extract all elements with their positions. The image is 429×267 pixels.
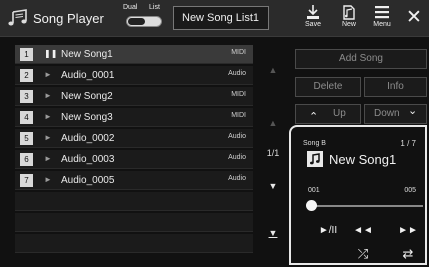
save-icon [307,5,319,19]
move-up-button[interactable]: ⌃ Up [295,104,361,124]
empty-row[interactable] [15,213,253,232]
song-number: 2 [20,69,33,82]
song-name: New Song2 [61,91,113,102]
page-indicator: 1/1 [266,148,280,158]
song-row[interactable]: 1 ❚❚ New Song1 MIDI [15,45,253,64]
play-icon[interactable]: ► [44,175,52,184]
move-down-label: Down [374,108,400,119]
song-type: Audio [228,133,246,140]
scroll-down-button[interactable]: ▼ [262,181,284,191]
previous-button[interactable]: ◄◄ [353,225,373,236]
song-type: MIDI [231,91,246,98]
add-song-button[interactable]: Add Song [295,49,427,69]
menu-icon [375,6,389,19]
list-scroll-controls: ▲ ▲ 1/1 ▼ ▼ [262,45,284,261]
song-name: New Song1 [61,49,113,60]
scroll-bottom-button[interactable]: ▼ [262,228,284,238]
play-icon[interactable]: ► [44,154,52,163]
new-label: New [341,21,356,28]
next-button[interactable]: ►► [398,225,418,236]
position-slider-thumb[interactable] [306,200,317,211]
pause-icon[interactable]: ❚❚ [44,49,57,58]
song-list: 1 ❚❚ New Song1 MIDI 2 ► Audio_0001 Audio… [15,45,253,261]
song-number: 7 [20,174,33,187]
song-type: Audio [228,70,246,77]
play-pause-button[interactable]: ►/II [318,225,338,236]
save-label: Save [305,21,321,28]
song-row[interactable]: 2 ► Audio_0001 Audio [15,66,253,85]
repeat-icon[interactable]: ⇄ [398,246,418,262]
song-number: 4 [20,111,33,124]
song-type: Audio [228,175,246,182]
shuffle-icon[interactable]: ⤮ [353,246,373,262]
measure-end: 005 [404,187,416,194]
top-bar: Song Player Dual List New Song List1 Sav… [0,0,429,37]
new-file-icon [343,5,355,20]
chevron-up-icon: ⌃ [309,111,319,123]
list-label: List [149,4,160,11]
song-row[interactable]: 3 ► New Song2 MIDI [15,87,253,106]
save-button[interactable]: Save [298,2,328,34]
song-number: 3 [20,90,33,103]
song-row[interactable]: 5 ► Audio_0002 Audio [15,129,253,148]
position-slider-track[interactable] [311,205,423,207]
song-name: Audio_0005 [61,175,115,186]
play-icon[interactable]: ► [44,133,52,142]
close-button[interactable]: ✕ [405,8,423,28]
scroll-top-button[interactable]: ▲ [262,65,284,75]
current-song-name: New Song1 [329,152,397,167]
song-row[interactable]: 4 ► New Song3 MIDI [15,108,253,127]
song-row[interactable]: 6 ► Audio_0003 Audio [15,150,253,169]
app-title: Song Player [33,11,104,26]
empty-row[interactable] [15,234,253,253]
info-button[interactable]: Info [364,77,427,97]
song-row[interactable]: 7 ► Audio_0005 Audio [15,171,253,190]
chevron-down-icon: ⌄ [408,105,418,117]
play-icon[interactable]: ► [44,112,52,121]
dual-label: Dual [123,4,138,11]
song-count: 1 / 7 [400,139,416,148]
song-slot-label: Song B [303,140,326,147]
song-number: 1 [20,48,33,61]
menu-label: Menu [373,21,391,28]
delete-button[interactable]: Delete [295,77,361,97]
empty-row[interactable] [15,192,253,211]
scroll-up-button[interactable]: ▲ [262,118,284,128]
move-down-button[interactable]: Down ⌄ [364,104,427,124]
new-button[interactable]: New [334,2,364,34]
menu-button[interactable]: Menu [367,2,397,34]
toggle-knob [128,18,145,25]
song-number: 5 [20,132,33,145]
play-icon[interactable]: ► [44,91,52,100]
song-file-icon [307,151,323,167]
song-name: New Song3 [61,112,113,123]
dual-list-toggle[interactable] [126,16,162,27]
measure-start: 001 [308,187,320,194]
song-name: Audio_0002 [61,133,115,144]
song-type: MIDI [231,112,246,119]
move-up-label: Up [333,108,346,119]
song-player-panel: Song B 1 / 7 New Song1 001 005 ►/II ◄◄ ►… [289,125,427,265]
music-note-icon [8,9,27,26]
song-name: Audio_0001 [61,70,115,81]
song-type: MIDI [231,49,246,56]
song-name: Audio_0003 [61,154,115,165]
song-list-name-field[interactable]: New Song List1 [173,6,269,30]
play-icon[interactable]: ► [44,70,52,79]
song-type: Audio [228,154,246,161]
song-number: 6 [20,153,33,166]
